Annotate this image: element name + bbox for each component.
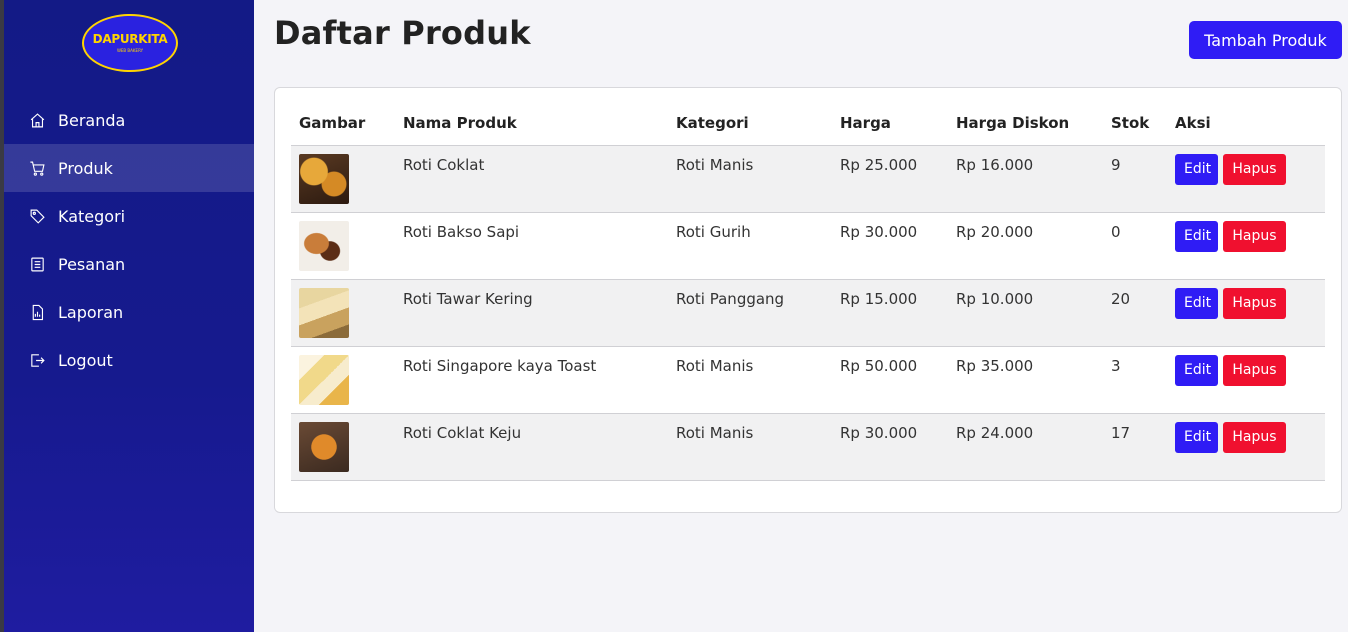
sidebar-item-beranda[interactable]: Beranda xyxy=(4,96,254,144)
product-name: Roti Coklat Keju xyxy=(403,423,522,442)
sidebar-item-label: Kategori xyxy=(58,206,126,226)
sidebar-item-label: Beranda xyxy=(58,110,126,130)
cart-icon xyxy=(28,159,46,177)
product-price: Rp 30.000 xyxy=(840,423,918,442)
product-stock: 3 xyxy=(1111,356,1121,375)
column-header-aksi: Aksi xyxy=(1167,102,1325,146)
product-name: Roti Tawar Kering xyxy=(403,289,533,308)
logout-icon xyxy=(28,351,46,369)
sidebar: DAPURKITA WEB BAKERY Beranda Produk Kate… xyxy=(4,0,254,632)
edit-button[interactable]: Edit xyxy=(1175,220,1218,252)
column-header-kategori: Kategori xyxy=(668,102,832,146)
home-icon xyxy=(28,111,46,129)
delete-button[interactable]: Hapus xyxy=(1223,220,1286,252)
delete-button[interactable]: Hapus xyxy=(1223,354,1286,386)
sidebar-item-logout[interactable]: Logout xyxy=(4,336,254,384)
tag-icon xyxy=(28,207,46,225)
product-table: Gambar Nama Produk Kategori Harga Harga … xyxy=(291,102,1325,481)
sidebar-item-laporan[interactable]: Laporan xyxy=(4,288,254,336)
column-header-harga-diskon: Harga Diskon xyxy=(948,102,1103,146)
product-stock: 20 xyxy=(1111,289,1131,308)
row-actions: Edit Hapus xyxy=(1167,346,1325,413)
sidebar-item-pesanan[interactable]: Pesanan xyxy=(4,240,254,288)
column-header-stok: Stok xyxy=(1103,102,1167,146)
table-row: Roti Singapore kaya Toast Roti Manis Rp … xyxy=(291,346,1325,413)
delete-button[interactable]: Hapus xyxy=(1223,153,1286,185)
product-discount-price: Rp 10.000 xyxy=(956,289,1034,308)
brand-logo[interactable]: DAPURKITA WEB BAKERY xyxy=(82,14,178,72)
product-image xyxy=(299,287,349,338)
product-category: Roti Gurih xyxy=(676,222,751,241)
sidebar-item-label: Pesanan xyxy=(58,254,126,274)
product-discount-price: Rp 35.000 xyxy=(956,356,1034,375)
table-row: Roti Coklat Roti Manis Rp 25.000 Rp 16.0… xyxy=(291,145,1325,212)
product-discount-price: Rp 24.000 xyxy=(956,423,1034,442)
report-icon xyxy=(28,303,46,321)
product-image xyxy=(299,153,349,204)
product-discount-price: Rp 20.000 xyxy=(956,222,1034,241)
edit-button[interactable]: Edit xyxy=(1175,354,1218,386)
product-price: Rp 25.000 xyxy=(840,155,918,174)
brand-tagline: WEB BAKERY xyxy=(116,48,144,53)
brand-name: DAPURKITA xyxy=(92,32,168,46)
product-category: Roti Manis xyxy=(676,423,754,442)
delete-button[interactable]: Hapus xyxy=(1223,287,1286,319)
product-image xyxy=(299,421,349,472)
product-table-card: Gambar Nama Produk Kategori Harga Harga … xyxy=(274,87,1342,513)
product-price: Rp 50.000 xyxy=(840,356,918,375)
product-image xyxy=(299,220,349,271)
product-stock: 9 xyxy=(1111,155,1121,174)
product-price: Rp 15.000 xyxy=(840,289,918,308)
product-stock: 0 xyxy=(1111,222,1121,241)
sidebar-item-label: Logout xyxy=(58,350,113,370)
column-header-nama-produk: Nama Produk xyxy=(395,102,668,146)
product-category: Roti Panggang xyxy=(676,289,785,308)
sidebar-item-label: Produk xyxy=(58,158,113,178)
product-stock: 17 xyxy=(1111,423,1131,442)
table-row: Roti Coklat Keju Roti Manis Rp 30.000 Rp… xyxy=(291,413,1325,480)
product-name: Roti Bakso Sapi xyxy=(403,222,520,241)
sidebar-nav: Beranda Produk Kategori Pesanan Laporan xyxy=(4,96,254,384)
sidebar-item-produk[interactable]: Produk xyxy=(4,144,254,192)
product-image xyxy=(299,354,349,405)
add-product-button[interactable]: Tambah Produk xyxy=(1189,21,1342,59)
table-header-row: Gambar Nama Produk Kategori Harga Harga … xyxy=(291,102,1325,146)
product-name: Roti Coklat xyxy=(403,155,485,174)
product-price: Rp 30.000 xyxy=(840,222,918,241)
edit-button[interactable]: Edit xyxy=(1175,153,1218,185)
delete-button[interactable]: Hapus xyxy=(1223,421,1286,453)
table-row: Roti Tawar Kering Roti Panggang Rp 15.00… xyxy=(291,279,1325,346)
table-row: Roti Bakso Sapi Roti Gurih Rp 30.000 Rp … xyxy=(291,212,1325,279)
edit-button[interactable]: Edit xyxy=(1175,421,1218,453)
page-title: Daftar Produk xyxy=(274,14,531,52)
sidebar-item-kategori[interactable]: Kategori xyxy=(4,192,254,240)
row-actions: Edit Hapus xyxy=(1167,212,1325,279)
edit-button[interactable]: Edit xyxy=(1175,287,1218,319)
sidebar-item-label: Laporan xyxy=(58,302,124,322)
row-actions: Edit Hapus xyxy=(1167,145,1325,212)
product-category: Roti Manis xyxy=(676,356,754,375)
list-icon xyxy=(28,255,46,273)
product-name: Roti Singapore kaya Toast xyxy=(403,356,597,375)
product-category: Roti Manis xyxy=(676,155,754,174)
main-content: Daftar Produk Tambah Produk Gambar Nama … xyxy=(254,0,1348,632)
product-discount-price: Rp 16.000 xyxy=(956,155,1034,174)
column-header-harga: Harga xyxy=(832,102,948,146)
row-actions: Edit Hapus xyxy=(1167,279,1325,346)
column-header-gambar: Gambar xyxy=(291,102,395,146)
row-actions: Edit Hapus xyxy=(1167,413,1325,480)
